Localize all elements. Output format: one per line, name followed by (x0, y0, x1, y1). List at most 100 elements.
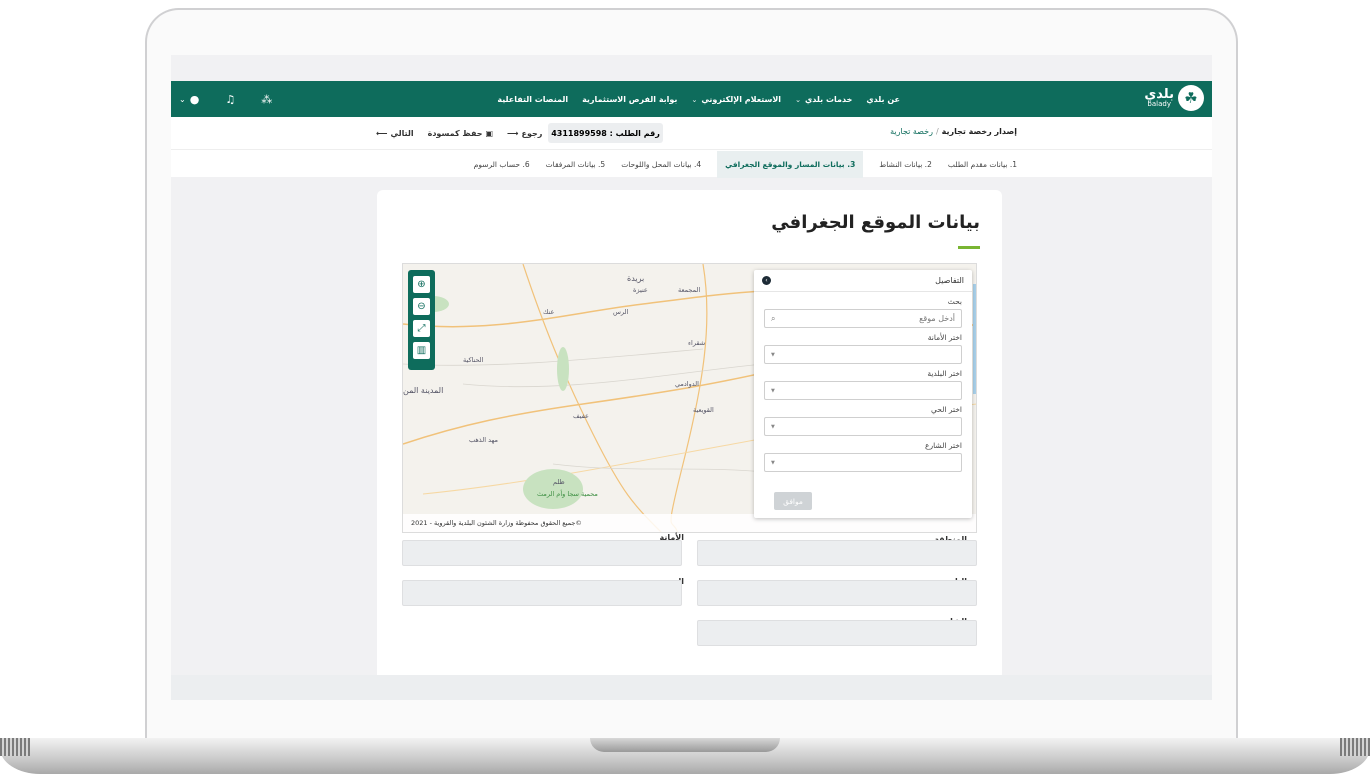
map-label: ظلم (553, 478, 565, 486)
menu-label: بوابة الفرص الاستثمارية (582, 94, 678, 104)
district-select-label: اختر الحي (931, 405, 962, 414)
steps-list: 1. بيانات مقدم الطلب 2. بيانات النشاط 3.… (474, 150, 1017, 178)
step-shop-signs[interactable]: 4. بيانات المحل واللوحات (621, 160, 701, 169)
breadcrumb-separator: / (935, 127, 939, 136)
map-label: بريدة (627, 274, 645, 283)
bell-icon[interactable]: ♫ (225, 93, 235, 106)
baladia-select[interactable]: ▼ (764, 381, 962, 400)
map-label: شقراء (688, 339, 706, 347)
form-actions: رجوع ⟶ ▣ حفظ كمسودة التالي ⟵ (376, 123, 542, 143)
breadcrumb-current: إصدار رخصة تجارية (941, 127, 1017, 136)
fullscreen-icon[interactable]: ⤢ (413, 320, 430, 337)
map-label: عفيف (573, 412, 589, 420)
save-icon: ▣ (485, 128, 494, 138)
caret-down-icon: ▼ (771, 387, 775, 394)
amana-field (402, 540, 682, 566)
district-select[interactable]: ▼ (764, 417, 962, 436)
map-label: محمية سجا وأم الرمث (537, 490, 598, 498)
trash-icon[interactable]: ▥ (413, 342, 430, 359)
amana-select-label: اختر الأمانة (927, 333, 962, 342)
chevron-down-icon: ⌄ (795, 95, 801, 104)
step-activity[interactable]: 2. بيانات النشاط (879, 160, 932, 169)
copyright-text: ©جميع الحقوق محفوظة وزارة الشئون البلدية… (411, 519, 582, 527)
map-label: عنيزة (633, 286, 648, 294)
collapse-panel-icon[interactable]: › (762, 276, 771, 285)
step-applicant[interactable]: 1. بيانات مقدم الطلب (948, 160, 1017, 169)
caret-down-icon: ▼ (771, 459, 775, 466)
map-toolbar: ⊕ ⊖ ⤢ ▥ (408, 270, 435, 370)
street-select-label: اختر الشارع (925, 441, 962, 450)
wizard-steps: 1. بيانات مقدم الطلب 2. بيانات النشاط 3.… (171, 149, 1212, 178)
arrow-left-icon: ⟵ (376, 128, 388, 138)
search-placeholder: أدخل موقع (919, 314, 955, 323)
logo-text: بلدي balady (1144, 88, 1174, 108)
baladia-field (697, 580, 977, 606)
zoom-out-icon[interactable]: ⊖ (413, 298, 430, 315)
location-search-input[interactable]: أدخل موقع ⌕ (764, 309, 962, 328)
chevron-down-icon: ⌄ (691, 95, 698, 104)
main-menu: عن بلدي خدمات بلدي⌄ الاستعلام الإلكتروني… (497, 81, 900, 117)
palm-logo-icon: ☘ (1178, 85, 1204, 111)
back-button[interactable]: رجوع ⟶ (507, 129, 542, 138)
step-fees[interactable]: 6. حساب الرسوم (474, 160, 530, 169)
menu-label: خدمات بلدي (804, 94, 853, 104)
map-label: المجمعة (678, 286, 701, 294)
menu-label: المنصات التفاعلية (497, 94, 569, 104)
street-select[interactable]: ▼ (764, 453, 962, 472)
ok-button[interactable]: موافق (774, 492, 812, 510)
page-header: إصدار رخصة تجارية/رخصة تجارية رقم الطلب … (171, 117, 1212, 149)
balady-logo[interactable]: ☘ بلدي balady (1144, 85, 1204, 111)
save-draft-button[interactable]: ▣ حفظ كمسودة (428, 129, 493, 138)
map-label: الحناكية (463, 356, 484, 364)
next-label: التالي (390, 128, 414, 138)
caret-down-icon: ▼ (771, 423, 775, 430)
menu-label: عن بلدي (866, 94, 900, 104)
menu-e-inquiry[interactable]: الاستعلام الإلكتروني⌄ (691, 95, 781, 104)
amana-select[interactable]: ▼ (764, 345, 962, 364)
request-number-badge: رقم الطلب : 4311899598 (548, 123, 663, 143)
top-navbar: ☘ بلدي balady عن بلدي خدمات بلدي⌄ الاستع… (171, 81, 1212, 117)
step-attachments[interactable]: 5. بيانات المرفقات (546, 160, 606, 169)
user-dropdown-chevron-icon[interactable]: ⌄ (179, 95, 186, 104)
map-label: الدوادمي (675, 380, 699, 388)
search-icon: ⌕ (771, 313, 776, 323)
map-label: الرس (613, 308, 629, 316)
save-draft-label: حفظ كمسودة (427, 128, 483, 138)
baladia-select-label: اختر البلدية (927, 369, 962, 378)
map-label: القويعية (693, 406, 714, 414)
logo-english: balady (1147, 100, 1171, 108)
district-field (402, 580, 682, 606)
menu-investment-portal[interactable]: بوابة الفرص الاستثمارية (582, 95, 677, 104)
breadcrumb: إصدار رخصة تجارية/رخصة تجارية (890, 127, 1017, 136)
caret-down-icon: ▼ (771, 351, 775, 358)
menu-interactive-platforms[interactable]: المنصات التفاعلية (497, 95, 568, 104)
screen: ☘ بلدي balady عن بلدي خدمات بلدي⌄ الاستع… (171, 55, 1212, 700)
laptop-mockup: ☘ بلدي balady عن بلدي خدمات بلدي⌄ الاستع… (0, 0, 1370, 774)
panel-title: التفاصيل (935, 276, 964, 285)
user-avatar-icon[interactable]: ● (190, 93, 200, 106)
map-view[interactable]: بريدة عنيزة المجمعة الرس عنك شقراء الدوا… (402, 263, 977, 533)
menu-balady-services[interactable]: خدمات بلدي⌄ (795, 95, 852, 104)
zoom-in-icon[interactable]: ⊕ (413, 276, 430, 293)
back-label: رجوع (521, 128, 543, 138)
page-footer-strip (171, 675, 1212, 700)
title-underline (958, 246, 980, 249)
step-location[interactable]: 3. بيانات المسار والموقع الجغرافي (717, 150, 864, 178)
laptop-notch (590, 738, 780, 752)
laptop-edge-right (1340, 738, 1370, 756)
search-label: بحث (947, 297, 962, 306)
map-label: عنك (543, 308, 555, 316)
next-button[interactable]: التالي ⟵ (376, 129, 414, 138)
arrow-right-icon: ⟶ (507, 128, 519, 138)
breadcrumb-link[interactable]: رخصة تجارية (890, 127, 933, 136)
region-field (697, 540, 977, 566)
location-card: بيانات الموقع الجغرافي بريدة عنيزة المجم… (377, 190, 1002, 680)
page-title: بيانات الموقع الجغرافي (771, 212, 980, 233)
details-panel: التفاصيل › بحث أدخل موقع ⌕ اختر الأمانة … (754, 270, 972, 518)
user-tools: ⌄ ● ♫ ⁂ (179, 81, 272, 117)
laptop-edge-left (0, 738, 30, 756)
apps-grid-icon[interactable]: ⁂ (261, 93, 272, 106)
map-label: مهد الذهب (469, 436, 498, 444)
menu-label: الاستعلام الإلكتروني (701, 94, 782, 104)
menu-about-balady[interactable]: عن بلدي (866, 95, 900, 104)
